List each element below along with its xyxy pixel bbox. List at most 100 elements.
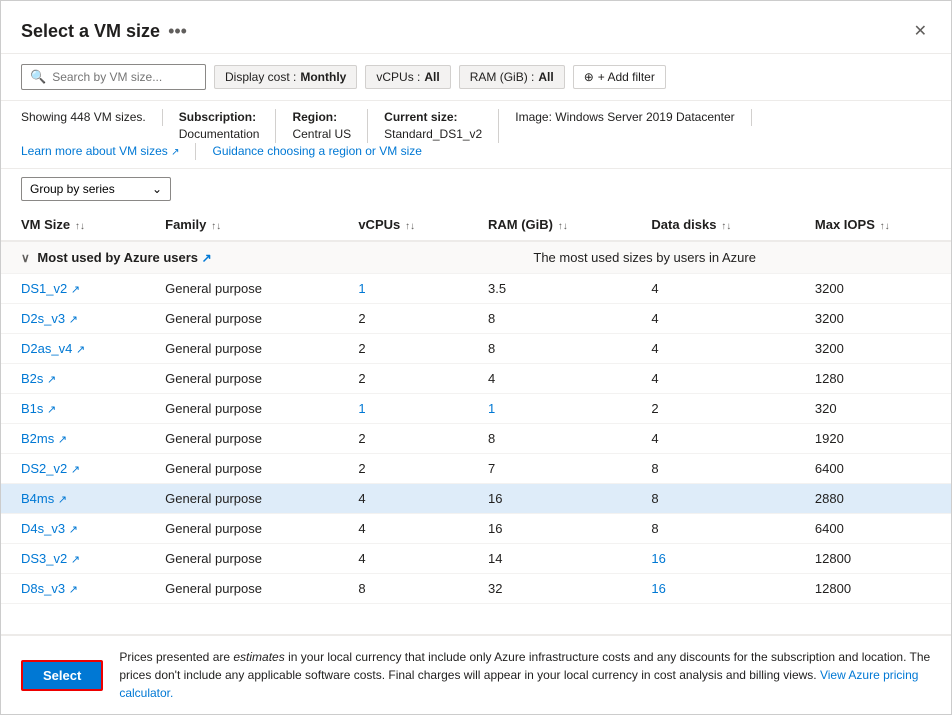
sort-icon-family: ↑↓ [208, 221, 221, 232]
cell-vm-size: B2ms ↗ [1, 423, 145, 453]
cell-vm-size: D8s_v3 ↗ [1, 573, 145, 603]
trend-icon: ↗ [58, 494, 67, 506]
cell-family: General purpose [145, 333, 338, 363]
cell-data-disks: 4 [631, 273, 794, 303]
subscription-info: Subscription: Documentation [179, 109, 277, 143]
cell-vm-size: DS3_v2 ↗ [1, 543, 145, 573]
footer-description: Prices presented are estimates in your l… [119, 650, 930, 682]
table-row[interactable]: DS2_v2 ↗ General purpose 2 7 8 6400 [1, 453, 951, 483]
vm-name-link[interactable]: DS3_v2 [21, 551, 67, 566]
trend-icon: ↗ [47, 374, 56, 386]
vm-name-link[interactable]: DS2_v2 [21, 461, 67, 476]
cell-data-disks: 16 [631, 543, 794, 573]
col-header-max-iops[interactable]: Max IOPS ↑↓ [795, 209, 951, 241]
cell-vcpus: 4 [338, 513, 468, 543]
search-icon: 🔍 [30, 69, 46, 85]
region-label: Region: [292, 109, 351, 126]
vm-size-dialog: Select a VM size ••• ✕ 🔍 Display cost : … [0, 0, 952, 715]
cell-vm-size: B2s ↗ [1, 363, 145, 393]
title-area: Select a VM size ••• [21, 21, 187, 42]
cell-data-disks: 8 [631, 513, 794, 543]
search-input[interactable] [52, 70, 197, 84]
close-button[interactable]: ✕ [910, 17, 931, 45]
vm-name-link[interactable]: DS1_v2 [21, 281, 67, 296]
cell-vcpus: 4 [338, 543, 468, 573]
cell-family: General purpose [145, 273, 338, 303]
cell-data-disks: 4 [631, 333, 794, 363]
more-options-icon[interactable]: ••• [168, 21, 187, 42]
table-row[interactable]: D8s_v3 ↗ General purpose 8 32 16 12800 [1, 573, 951, 603]
cell-family: General purpose [145, 483, 338, 513]
table-row[interactable]: DS3_v2 ↗ General purpose 4 14 16 12800 [1, 543, 951, 573]
col-header-family[interactable]: Family ↑↓ [145, 209, 338, 241]
add-filter-label: + Add filter [598, 70, 655, 84]
vm-name-link[interactable]: D4s_v3 [21, 521, 65, 536]
vm-name-link[interactable]: B1s [21, 401, 43, 416]
col-header-vcpus[interactable]: vCPUs ↑↓ [338, 209, 468, 241]
col-header-vm-size[interactable]: VM Size ↑↓ [1, 209, 145, 241]
showing-label: Showing [21, 110, 67, 124]
cell-vcpus: 1 [338, 273, 468, 303]
cell-ram: 14 [468, 543, 631, 573]
learn-more-link[interactable]: Learn more about VM sizes [21, 144, 168, 158]
table-row[interactable]: B4ms ↗ General purpose 4 16 8 2880 [1, 483, 951, 513]
table-row[interactable]: B1s ↗ General purpose 1 1 2 320 [1, 393, 951, 423]
cell-max-iops: 3200 [795, 333, 951, 363]
ram-filter[interactable]: RAM (GiB) : All [459, 65, 565, 89]
table-row[interactable]: B2s ↗ General purpose 2 4 4 1280 [1, 363, 951, 393]
cell-vcpus: 4 [338, 483, 468, 513]
cell-vm-size: DS2_v2 ↗ [1, 453, 145, 483]
col-header-ram[interactable]: RAM (GiB) ↑↓ [468, 209, 631, 241]
region-info: Region: Central US [292, 109, 368, 143]
trend-icon: ↗ [69, 524, 78, 536]
subscription-label: Subscription: [179, 109, 260, 126]
col-header-data-disks[interactable]: Data disks ↑↓ [631, 209, 794, 241]
add-filter-button[interactable]: ⊕ + Add filter [573, 65, 666, 89]
vcpus-filter[interactable]: vCPUs : All [365, 65, 450, 89]
table-header-row: VM Size ↑↓ Family ↑↓ vCPUs ↑↓ RAM (GiB) … [1, 209, 951, 241]
sort-icon-vcpus: ↑↓ [402, 221, 415, 232]
table-row[interactable]: D2s_v3 ↗ General purpose 2 8 4 3200 [1, 303, 951, 333]
showing-info: Showing 448 VM sizes. [21, 109, 163, 126]
cell-max-iops: 1280 [795, 363, 951, 393]
table-row[interactable]: D2as_v4 ↗ General purpose 2 8 4 3200 [1, 333, 951, 363]
cell-family: General purpose [145, 573, 338, 603]
vm-name-link[interactable]: B2s [21, 371, 43, 386]
current-size-info: Current size: Standard_DS1_v2 [384, 109, 499, 143]
collapse-icon[interactable]: ∨ [21, 251, 30, 265]
select-button[interactable]: Select [21, 660, 103, 691]
toolbar: 🔍 Display cost : Monthly vCPUs : All RAM… [1, 54, 951, 101]
cell-ram: 7 [468, 453, 631, 483]
vm-name-link[interactable]: D8s_v3 [21, 581, 65, 596]
group-header-row: ∨ Most used by Azure users ↗ The most us… [1, 241, 951, 274]
group-by-label: Group by series [30, 182, 115, 196]
vm-name-link[interactable]: B4ms [21, 491, 54, 506]
cell-max-iops: 6400 [795, 453, 951, 483]
vm-name-link[interactable]: D2s_v3 [21, 311, 65, 326]
trend-icon: ↗ [76, 344, 85, 356]
group-description-cell: The most used sizes by users in Azure [338, 241, 951, 274]
vm-name-link[interactable]: D2as_v4 [21, 341, 72, 356]
table-row[interactable]: D4s_v3 ↗ General purpose 4 16 8 6400 [1, 513, 951, 543]
cell-ram: 8 [468, 333, 631, 363]
ram-label: RAM (GiB) : [470, 70, 535, 84]
info-bar: Showing 448 VM sizes. Subscription: Docu… [1, 101, 951, 169]
learn-more-info: Learn more about VM sizes ↗ [21, 143, 196, 160]
trend-icon: ↗ [47, 404, 56, 416]
cell-max-iops: 6400 [795, 513, 951, 543]
display-cost-label: Display cost : [225, 70, 296, 84]
search-box[interactable]: 🔍 [21, 64, 206, 90]
guidance-link[interactable]: Guidance choosing a region or VM size [212, 144, 421, 158]
vm-name-link[interactable]: B2ms [21, 431, 54, 446]
group-by-select[interactable]: Group by series ⌄ [21, 177, 171, 201]
ram-value: All [538, 70, 553, 84]
table-row[interactable]: DS1_v2 ↗ General purpose 1 3.5 4 3200 [1, 273, 951, 303]
display-cost-filter[interactable]: Display cost : Monthly [214, 65, 357, 89]
cell-max-iops: 2880 [795, 483, 951, 513]
cell-data-disks: 4 [631, 363, 794, 393]
cell-vm-size: D2as_v4 ↗ [1, 333, 145, 363]
table-row[interactable]: B2ms ↗ General purpose 2 8 4 1920 [1, 423, 951, 453]
cell-ram: 3.5 [468, 273, 631, 303]
cell-ram: 8 [468, 423, 631, 453]
trend-icon: ↗ [58, 434, 67, 446]
